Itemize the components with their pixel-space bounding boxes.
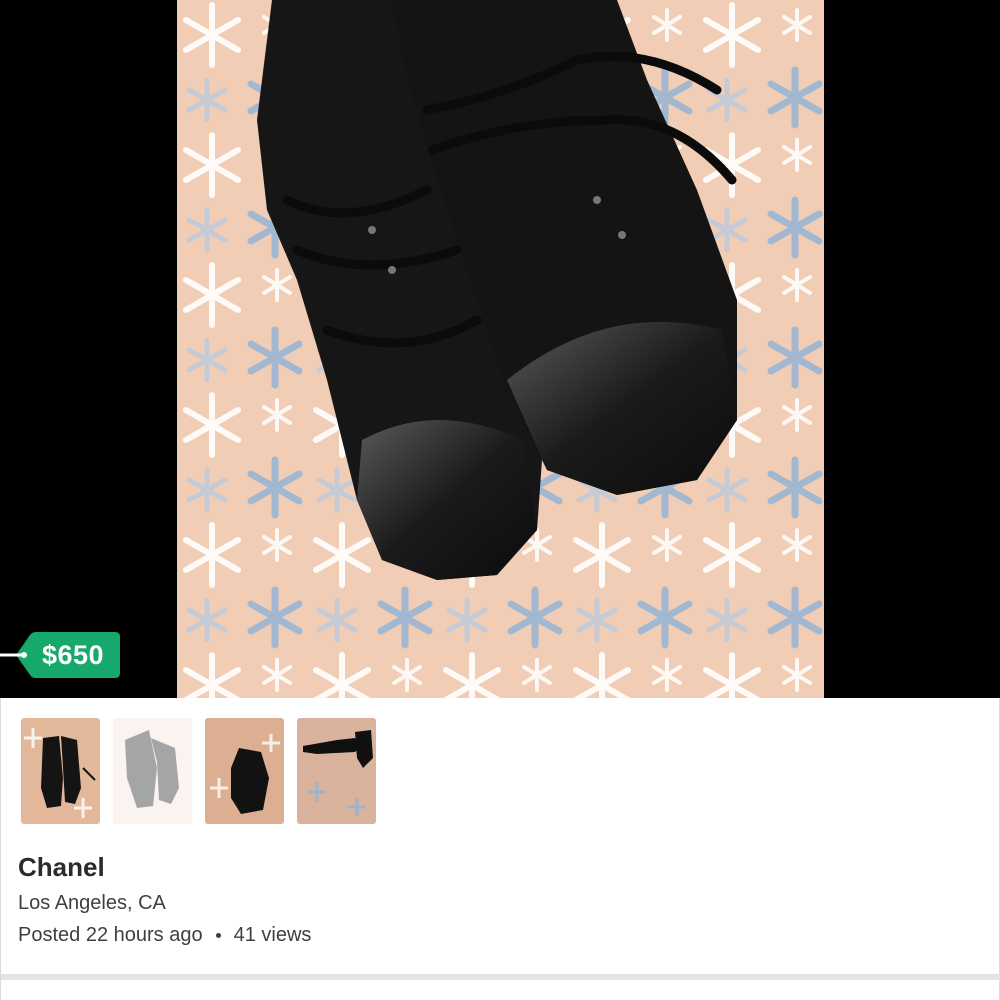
shoes-top-view-thumbnail-icon [113,718,192,824]
listing-title: Chanel [18,852,105,882]
price-label: $650 [42,640,105,670]
separator-dot-icon [215,932,221,938]
thumbnail-2[interactable] [113,718,192,824]
thumbnail-3[interactable] [205,718,284,824]
listing-details-panel: Chanel Los Angeles, CA Posted 22 hours a… [0,698,1000,1000]
posted-time: Posted 22 hours ago [18,924,203,946]
shoe-side-view-thumbnail-icon [297,718,376,824]
shoes-photo-icon [177,0,824,698]
listing-photo-viewer[interactable]: $650 [0,0,1000,698]
thumbnail-4[interactable] [297,718,376,824]
single-shoe-thumbnail-icon [205,718,284,824]
main-listing-photo[interactable] [177,0,824,698]
listing-meta: Posted 22 hours ago 41 views [18,922,311,948]
section-divider [1,974,1000,980]
thumbnail-1[interactable] [21,718,100,824]
shoes-top-view-thumbnail-icon [21,718,100,824]
view-count: 41 views [233,924,312,946]
listing-location: Los Angeles, CA [18,892,166,914]
